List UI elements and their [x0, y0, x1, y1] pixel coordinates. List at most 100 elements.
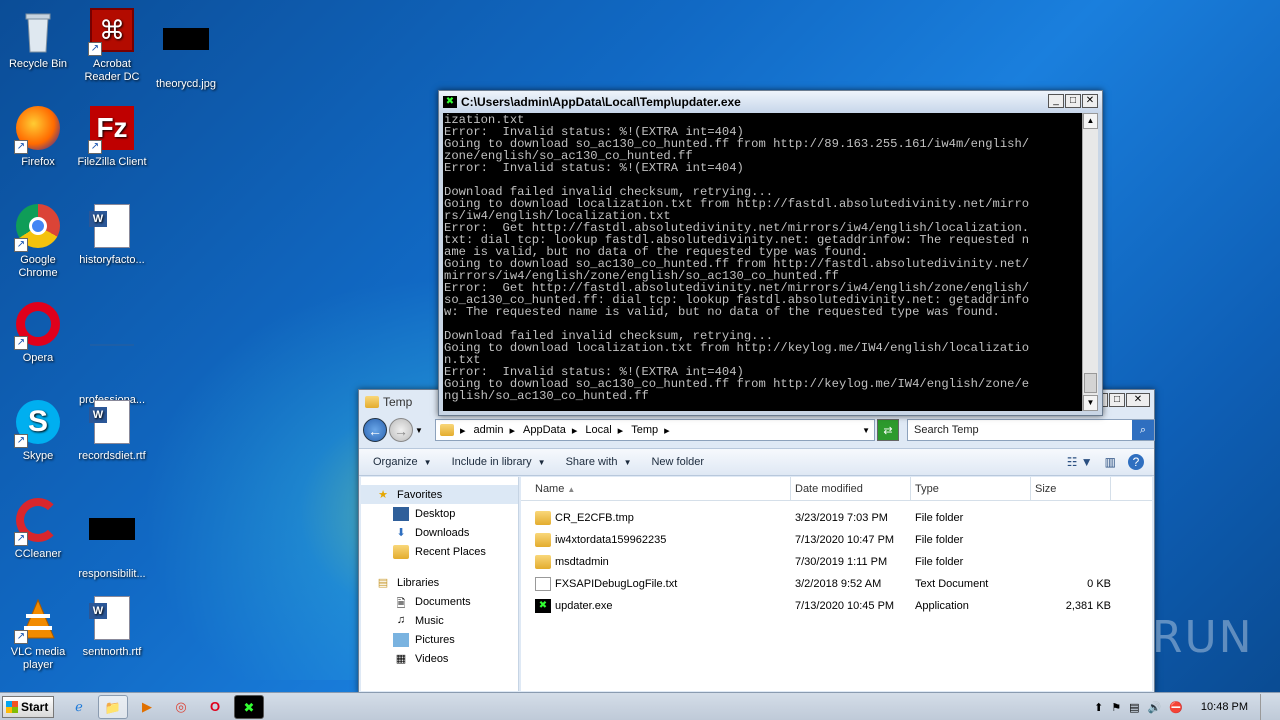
column-size[interactable]: Size	[1031, 477, 1111, 501]
include-in-library-button[interactable]: Include in library ▼	[452, 456, 546, 468]
desktop-icon-filezilla[interactable]: Fz ↗ FileZilla Client	[74, 106, 150, 169]
breadcrumb-appdata[interactable]: AppData	[523, 424, 566, 436]
shortcut-arrow-icon: ↗	[88, 140, 102, 154]
start-button[interactable]: Start	[2, 696, 54, 718]
desktop-icon-label: Firefox	[21, 156, 55, 168]
desktop-icon-historyfacto[interactable]: W historyfacto...	[74, 204, 150, 267]
desktop-icon-label: CCleaner	[14, 548, 62, 560]
navigation-pane: ★ Favorites Desktop ⬇ Downloads Recent Pla…	[361, 477, 519, 691]
scroll-down-icon[interactable]: ▼	[1083, 395, 1098, 411]
star-icon: ★	[378, 488, 388, 501]
taskbar-updater-icon[interactable]: ✖	[234, 695, 264, 719]
column-name[interactable]: Name ▲	[521, 477, 791, 501]
desktop-icon	[393, 506, 409, 521]
taskbar-opera-icon[interactable]: O	[200, 695, 230, 719]
desktop-icon-sentnorth[interactable]: W sentnorth.rtf	[74, 596, 150, 659]
desktop-icon-label: theorycd.jpg	[156, 78, 216, 90]
back-button[interactable]: ←	[363, 418, 387, 442]
scroll-thumb[interactable]	[1084, 373, 1097, 393]
nav-videos[interactable]: ▦ Videos	[361, 649, 518, 668]
breadcrumb-local[interactable]: Local	[585, 424, 611, 436]
desktop-icon-responsibilit[interactable]: responsibilit...	[74, 498, 150, 581]
tray-expand-icon[interactable]: ⬆	[1094, 701, 1103, 714]
new-folder-button[interactable]: New folder	[651, 456, 704, 468]
desktop-icon-ccleaner[interactable]: ↗ CCleaner	[0, 498, 76, 561]
taskbar-explorer-icon[interactable]: 📁	[98, 695, 128, 719]
application-icon: ✖	[535, 599, 551, 614]
breadcrumb-sep-icon: ▸	[509, 424, 516, 437]
desktop-icon-firefox[interactable]: ↗ Firefox	[0, 106, 76, 169]
console-scrollbar[interactable]: ▲ ▼	[1082, 113, 1098, 411]
view-options-icon[interactable]: ☷ ▼	[1067, 455, 1093, 469]
folder-icon	[535, 533, 551, 548]
desktop-icon-theorycd[interactable]: theorycd.jpg	[148, 8, 224, 91]
search-placeholder: Search Temp	[914, 424, 979, 436]
desktop-icon-vlc[interactable]: ↗ VLC media player	[0, 596, 76, 672]
maximize-button[interactable]: □	[1065, 94, 1081, 108]
nav-recent-places[interactable]: Recent Places	[361, 542, 518, 561]
taskbar-chrome-icon[interactable]: ◎	[166, 695, 196, 719]
breadcrumb-temp[interactable]: Temp	[631, 424, 658, 436]
firefox-icon: ↗	[14, 106, 62, 154]
watermark: ANY RUN	[1040, 612, 1254, 663]
taskbar-ie-icon[interactable]: ℯ	[64, 695, 94, 719]
nav-pictures[interactable]: Pictures	[361, 630, 518, 649]
desktop-icon-recycle-bin[interactable]: Recycle Bin	[0, 8, 76, 71]
desktop-icon-professiona[interactable]: professiona...	[74, 302, 150, 407]
desktop-icon-chrome[interactable]: ↗ Google Chrome	[0, 204, 76, 280]
file-row[interactable]: CR_E2CFB.tmp 3/23/2019 7:03 PM File fold…	[521, 507, 1152, 529]
shortcut-arrow-icon: ↗	[14, 238, 28, 252]
nav-documents[interactable]: 🗎 Documents	[361, 592, 518, 611]
help-icon[interactable]: ?	[1128, 454, 1144, 470]
tray-volume-icon[interactable]: 🔊	[1148, 701, 1162, 714]
shortcut-arrow-icon: ↗	[14, 532, 28, 546]
desktop-icon-recordsdiet[interactable]: W recordsdiet.rtf	[74, 400, 150, 463]
show-desktop-button[interactable]	[1260, 694, 1274, 720]
shortcut-arrow-icon: ↗	[88, 42, 102, 56]
scroll-up-icon[interactable]: ▲	[1083, 113, 1098, 129]
nav-music[interactable]: ♫ Music	[361, 611, 518, 630]
console-titlebar[interactable]: ✖ C:\Users\admin\AppData\Local\Temp\upda…	[439, 91, 1102, 113]
file-row[interactable]: FXSAPIDebugLogFile.txt 3/2/2018 9:52 AM …	[521, 573, 1152, 595]
nav-desktop[interactable]: Desktop	[361, 504, 518, 523]
tray-flag-icon[interactable]: ⚑	[1111, 701, 1121, 714]
nav-favorites[interactable]: ★ Favorites	[361, 485, 518, 504]
share-with-button[interactable]: Share with ▼	[566, 456, 632, 468]
desktop-icon-label: Opera	[22, 352, 54, 364]
breadcrumb-admin[interactable]: admin	[474, 424, 504, 436]
column-date[interactable]: Date modified	[791, 477, 911, 501]
close-button[interactable]: ✕	[1126, 393, 1150, 407]
file-type: Application	[915, 600, 969, 612]
search-input[interactable]: Search Temp ⌕	[907, 419, 1155, 441]
recent-pages-dropdown[interactable]: ▼	[415, 426, 423, 435]
tray-network-icon[interactable]: ▤	[1129, 701, 1139, 714]
videos-icon: ▦	[395, 652, 407, 665]
breadcrumb-sep-icon: ▸	[460, 424, 466, 437]
clock[interactable]: 10:48 PM	[1201, 701, 1248, 713]
nav-libraries[interactable]: ▤ Libraries	[361, 573, 518, 592]
address-dropdown-icon[interactable]: ▼	[862, 426, 870, 435]
tray-stop-icon[interactable]: ⛔	[1169, 701, 1183, 714]
organize-button[interactable]: Organize ▼	[373, 456, 432, 468]
preview-pane-icon[interactable]: ▥	[1105, 455, 1116, 469]
close-button[interactable]: ✕	[1082, 94, 1098, 108]
taskbar-media-player-icon[interactable]: ▶	[132, 695, 162, 719]
file-row[interactable]: msdtadmin 7/30/2019 1:11 PM File folder	[521, 551, 1152, 573]
desktop-icon-acrobat[interactable]: ⌘ ↗ Acrobat Reader DC	[74, 8, 150, 84]
console-window[interactable]: ✖ C:\Users\admin\AppData\Local\Temp\upda…	[438, 90, 1103, 416]
minimize-button[interactable]: _	[1048, 94, 1064, 108]
refresh-button[interactable]: ⇄	[877, 419, 899, 441]
desktop-icon-opera[interactable]: ↗ Opera	[0, 302, 76, 365]
desktop-icon-skype[interactable]: S ↗ Skype	[0, 400, 76, 463]
filezilla-icon: Fz ↗	[88, 106, 136, 154]
explorer-window[interactable]: Temp _ □ ✕ ← → ▼ ▸ admin▸ AppData▸ Local…	[358, 389, 1155, 694]
search-icon[interactable]: ⌕	[1132, 420, 1154, 440]
file-date: 3/23/2019 7:03 PM	[795, 512, 888, 524]
breadcrumb-sep-icon: ▸	[664, 424, 670, 437]
maximize-button[interactable]: □	[1109, 393, 1125, 407]
column-type[interactable]: Type	[911, 477, 1031, 501]
address-bar[interactable]: ▸ admin ▸ AppData ▸ Local ▸ Temp ▸ ▼	[435, 419, 875, 441]
forward-button[interactable]: →	[389, 418, 413, 442]
nav-downloads[interactable]: ⬇ Downloads	[361, 523, 518, 542]
file-row[interactable]: iw4xtordata159962235 7/13/2020 10:47 PM …	[521, 529, 1152, 551]
